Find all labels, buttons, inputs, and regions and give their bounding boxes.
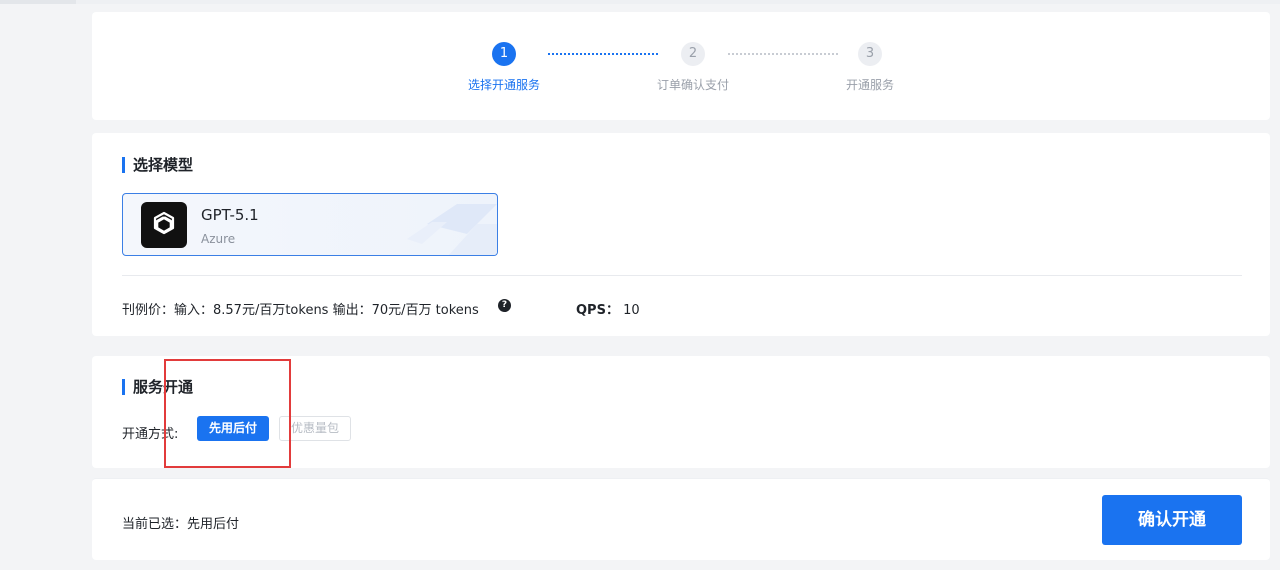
service-section-title: 服务开通 <box>122 379 193 395</box>
step-2-label: 订单确认支付 <box>656 78 729 92</box>
top-strip-left <box>0 0 76 4</box>
qps-label: QPS： <box>576 303 619 318</box>
confirm-button[interactable]: 确认开通 <box>1102 495 1242 545</box>
method-label: 开通方式: <box>122 427 179 442</box>
openai-logo-icon <box>141 202 187 248</box>
step-2: 2 订单确认支付 <box>623 12 763 93</box>
qps-info: QPS： 10 <box>576 299 640 318</box>
top-strip <box>0 0 1280 4</box>
service-card: 服务开通 开通方式: 先用后付 优惠量包 <box>92 356 1270 468</box>
step-3: 3 开通服务 <box>800 12 940 93</box>
footer-card: 当前已选：先用后付 确认开通 <box>92 478 1270 560</box>
model-section-title: 选择模型 <box>122 157 193 173</box>
help-icon[interactable]: ? <box>498 299 511 312</box>
step-3-label: 开通服务 <box>845 78 894 92</box>
model-provider: Azure <box>201 232 236 246</box>
pay-later-button[interactable]: 先用后付 <box>197 416 269 441</box>
selected-summary: 当前已选：先用后付 <box>122 517 240 532</box>
model-divider <box>122 275 1242 276</box>
qps-value: 10 <box>623 303 640 318</box>
step-1: 1 选择开通服务 <box>434 12 574 93</box>
step-3-number: 3 <box>858 42 882 66</box>
steps-card: 1 选择开通服务 2 订单确认支付 3 开通服务 <box>92 12 1270 120</box>
step-1-label: 选择开通服务 <box>467 78 540 92</box>
discount-package-button[interactable]: 优惠量包 <box>279 416 351 441</box>
price-text: 刊例价：输入：8.57元/百万tokens 输出：70元/百万 tokens <box>122 303 479 318</box>
tile-decoration <box>407 204 497 255</box>
step-1-number: 1 <box>492 42 516 66</box>
step-2-number: 2 <box>681 42 705 66</box>
model-card: 选择模型 GPT-5.1 Azure 刊例价：输入：8.57元/百万tokens… <box>92 133 1270 336</box>
model-option-gpt[interactable]: GPT-5.1 Azure <box>122 193 498 256</box>
model-name: GPT-5.1 <box>201 206 259 224</box>
